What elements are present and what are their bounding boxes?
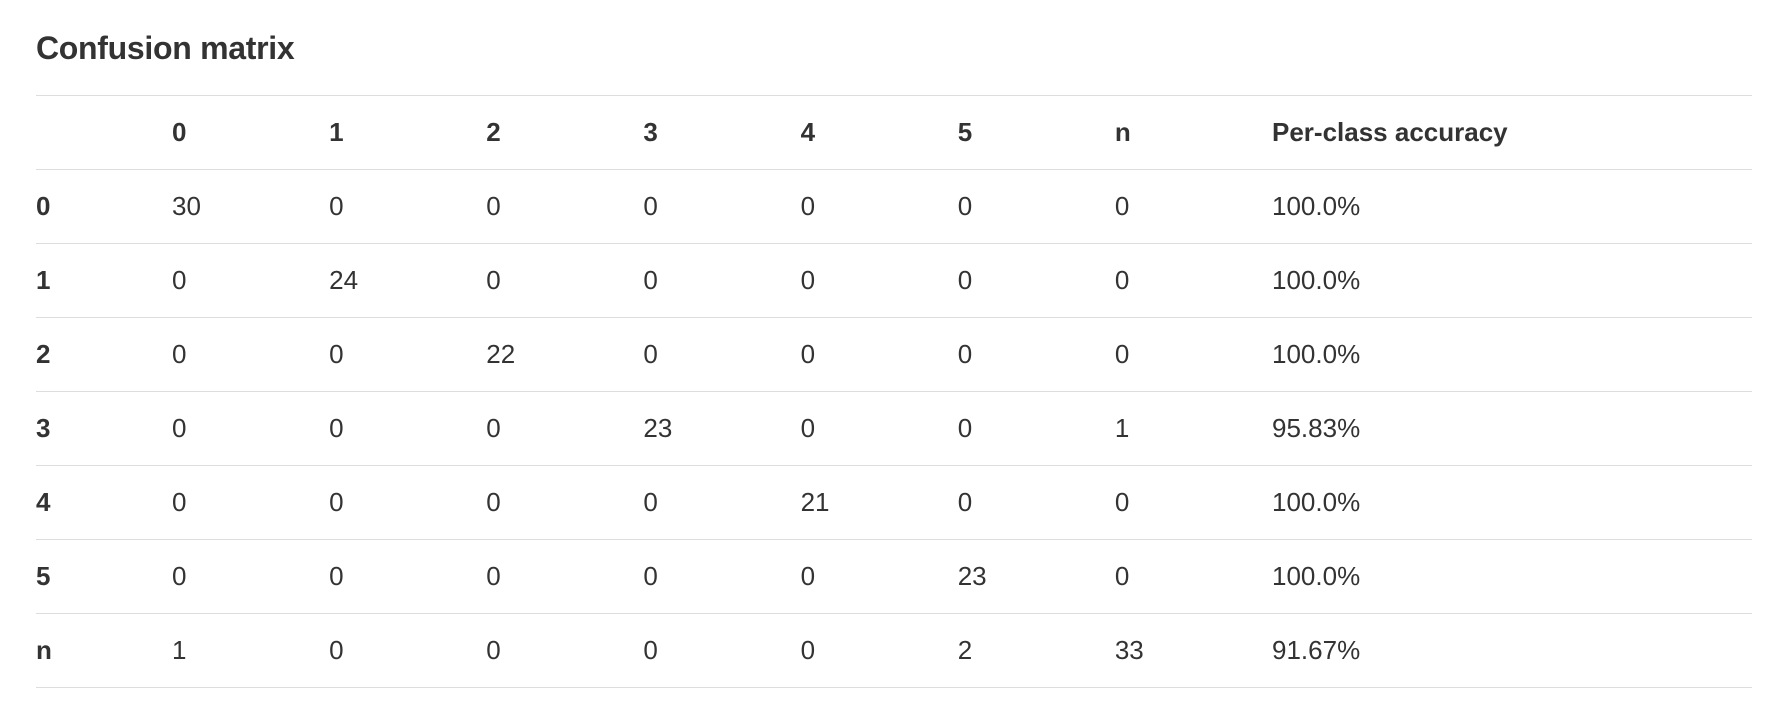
cell: 0 [643,540,800,614]
cell-accuracy: 91.67% [1272,614,1752,688]
cell: 0 [329,614,486,688]
cell: 0 [643,466,800,540]
cell: 0 [1115,244,1272,318]
cell: 33 [1115,614,1272,688]
cell: 24 [329,244,486,318]
row-label-4: 4 [36,466,172,540]
cell: 2 [958,614,1115,688]
cell: 0 [958,392,1115,466]
table-header-row: 0 1 2 3 4 5 n Per-class accuracy [36,96,1752,170]
cell: 1 [172,614,329,688]
cell: 0 [801,244,958,318]
cell: 0 [1115,318,1272,392]
cell: 0 [958,318,1115,392]
cell-accuracy: 95.83% [1272,392,1752,466]
cell: 0 [172,540,329,614]
cell: 23 [643,392,800,466]
header-col-n: n [1115,96,1272,170]
cell: 0 [643,614,800,688]
row-label-2: 2 [36,318,172,392]
row-label-3: 3 [36,392,172,466]
table-row: 3 0 0 0 23 0 0 1 95.83% [36,392,1752,466]
cell: 0 [486,392,643,466]
header-col-1: 1 [329,96,486,170]
cell: 0 [643,244,800,318]
cell: 0 [958,244,1115,318]
cell: 0 [329,318,486,392]
cell: 1 [1115,392,1272,466]
cell: 0 [1115,466,1272,540]
cell: 0 [329,466,486,540]
header-col-3: 3 [643,96,800,170]
cell: 0 [801,614,958,688]
row-label-n: n [36,614,172,688]
header-col-0: 0 [172,96,329,170]
cell: 0 [329,170,486,244]
confusion-matrix-container: Confusion matrix 0 1 2 3 4 5 n Per-class… [0,0,1788,708]
cell: 0 [801,170,958,244]
table-row: 0 30 0 0 0 0 0 0 100.0% [36,170,1752,244]
cell: 0 [801,540,958,614]
cell: 0 [801,318,958,392]
cell: 0 [643,318,800,392]
table-row: 1 0 24 0 0 0 0 0 100.0% [36,244,1752,318]
cell: 30 [172,170,329,244]
cell: 23 [958,540,1115,614]
table-row: 2 0 0 22 0 0 0 0 100.0% [36,318,1752,392]
cell: 0 [486,244,643,318]
cell-accuracy: 100.0% [1272,244,1752,318]
header-col-4: 4 [801,96,958,170]
cell: 21 [801,466,958,540]
cell: 0 [958,466,1115,540]
section-title: Confusion matrix [36,30,1752,67]
header-col-2: 2 [486,96,643,170]
confusion-matrix-table: 0 1 2 3 4 5 n Per-class accuracy 0 30 0 … [36,95,1752,688]
cell: 0 [329,392,486,466]
cell-accuracy: 100.0% [1272,540,1752,614]
cell: 0 [486,540,643,614]
cell: 0 [801,392,958,466]
row-label-5: 5 [36,540,172,614]
header-col-accuracy: Per-class accuracy [1272,96,1752,170]
cell-accuracy: 100.0% [1272,466,1752,540]
cell-accuracy: 100.0% [1272,318,1752,392]
table-row: 4 0 0 0 0 21 0 0 100.0% [36,466,1752,540]
cell: 0 [172,466,329,540]
row-label-1: 1 [36,244,172,318]
cell-accuracy: 100.0% [1272,170,1752,244]
cell: 0 [172,318,329,392]
cell: 22 [486,318,643,392]
table-row: 5 0 0 0 0 0 23 0 100.0% [36,540,1752,614]
cell: 0 [172,244,329,318]
cell: 0 [172,392,329,466]
cell: 0 [958,170,1115,244]
cell: 0 [1115,170,1272,244]
row-label-0: 0 [36,170,172,244]
header-corner [36,96,172,170]
cell: 0 [1115,540,1272,614]
header-col-5: 5 [958,96,1115,170]
cell: 0 [486,170,643,244]
cell: 0 [486,614,643,688]
cell: 0 [329,540,486,614]
cell: 0 [643,170,800,244]
cell: 0 [486,466,643,540]
table-row: n 1 0 0 0 0 2 33 91.67% [36,614,1752,688]
